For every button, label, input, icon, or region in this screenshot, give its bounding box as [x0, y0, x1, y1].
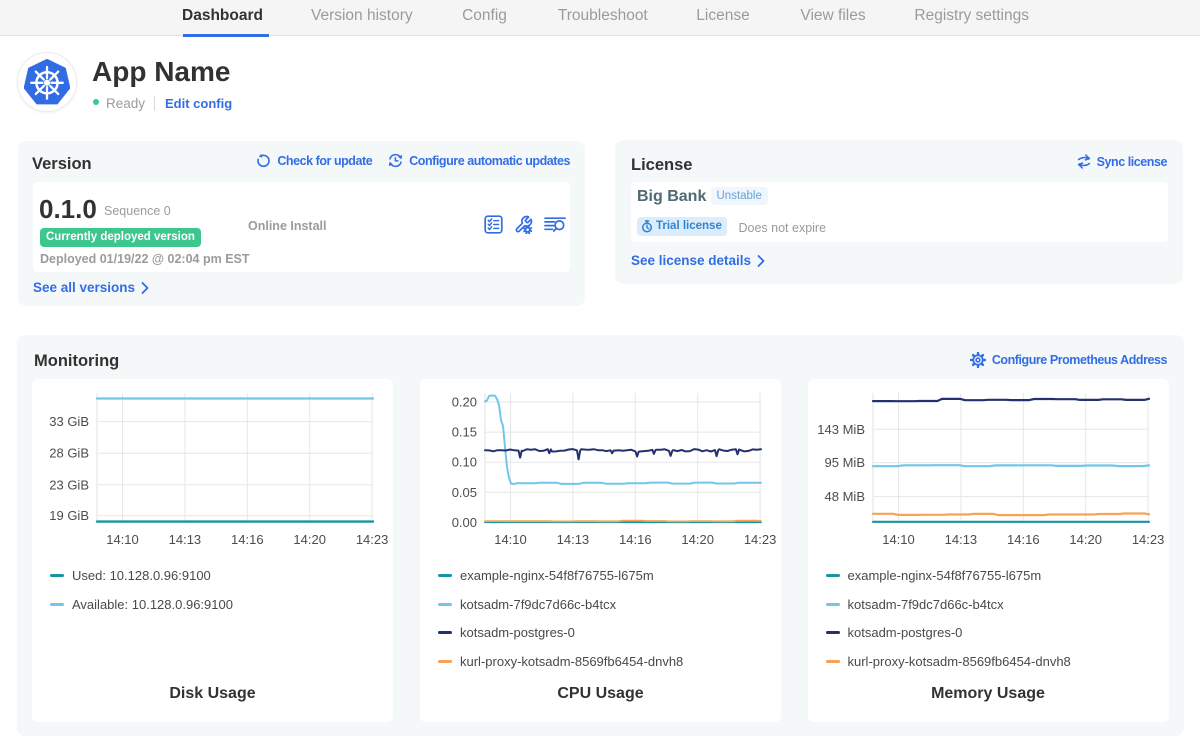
svg-text:14:23: 14:23	[356, 532, 389, 547]
svg-text:14:10: 14:10	[106, 532, 139, 547]
svg-text:14:13: 14:13	[169, 532, 202, 547]
svg-text:14:20: 14:20	[293, 532, 326, 547]
svg-text:14:10: 14:10	[494, 532, 527, 547]
svg-text:28 GiB: 28 GiB	[49, 446, 89, 461]
svg-text:0.00: 0.00	[452, 515, 477, 530]
svg-text:0.20: 0.20	[452, 395, 477, 410]
svg-text:14:20: 14:20	[1069, 532, 1102, 547]
svg-text:0.15: 0.15	[452, 425, 477, 440]
svg-text:14:20: 14:20	[681, 532, 714, 547]
svg-text:33 GiB: 33 GiB	[49, 414, 89, 429]
svg-text:0.10: 0.10	[452, 455, 477, 470]
svg-text:14:16: 14:16	[619, 532, 652, 547]
svg-text:14:16: 14:16	[1007, 532, 1040, 547]
svg-text:14:23: 14:23	[744, 532, 777, 547]
svg-text:14:23: 14:23	[1131, 532, 1164, 547]
svg-text:14:13: 14:13	[557, 532, 590, 547]
svg-text:14:16: 14:16	[231, 532, 264, 547]
svg-text:14:10: 14:10	[882, 532, 915, 547]
svg-text:0.05: 0.05	[452, 485, 477, 500]
svg-text:19 GiB: 19 GiB	[49, 508, 89, 523]
svg-text:143 MiB: 143 MiB	[817, 422, 865, 437]
svg-text:14:13: 14:13	[944, 532, 977, 547]
svg-text:95 MiB: 95 MiB	[824, 455, 864, 470]
svg-text:23 GiB: 23 GiB	[49, 477, 89, 492]
svg-text:48 MiB: 48 MiB	[824, 489, 864, 504]
